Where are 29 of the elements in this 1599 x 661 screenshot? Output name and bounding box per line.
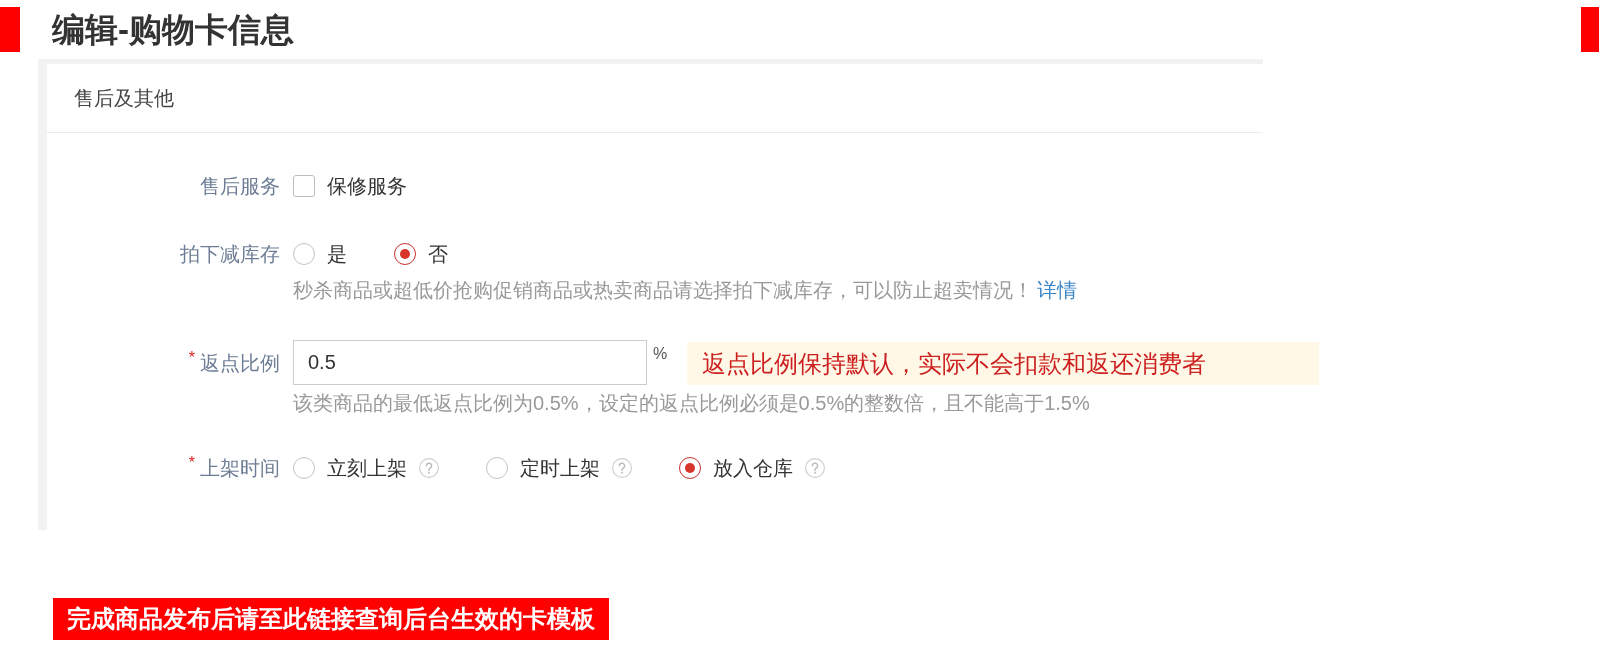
radio-label[interactable]: 放入仓库 [713,453,793,483]
hint-text: 该类商品的最低返点比例为0.5%，设定的返点比例必须是0.5%的整数倍，且不能高于1.5% [293,391,1090,415]
radio-button[interactable] [293,457,315,479]
notice-banner: 完成商品发布后请至此链接查询后台生效的卡模板 [53,598,609,640]
radio-label[interactable]: 是 [327,239,347,269]
accent-bar [0,7,20,52]
field-label: 拍下减库存 [180,242,280,267]
radio-button[interactable] [394,243,416,265]
unit-label: % [653,344,668,364]
field-label: 上架时间 [200,456,280,481]
radio-button[interactable] [486,457,508,479]
radio-button[interactable] [679,457,701,479]
radio-label[interactable]: 定时上架 [520,453,600,483]
accent-bar [1581,7,1599,52]
rate-input[interactable]: 0.5 [293,340,647,385]
radio-button[interactable] [293,243,315,265]
section-title: 售后及其他 [74,86,174,111]
checkbox[interactable] [293,175,315,197]
radio-label[interactable]: 立刻上架 [327,453,407,483]
hint-text: 秒杀商品或超低价抢购促销商品或热卖商品请选择拍下减库存，可以防止超卖情况！ 详情 [293,278,1077,302]
radio-label[interactable]: 否 [428,239,448,269]
field-label: 返点比例 [200,350,280,376]
checkbox-label[interactable]: 保修服务 [327,171,407,201]
required-mark: * [188,349,195,366]
field-label: 售后服务 [200,174,280,199]
required-mark: * [188,455,195,471]
page-title: 编辑-购物卡信息 [52,10,294,50]
details-link[interactable]: 详情 [1037,279,1077,301]
tip-note: 返点比例保持默认，实际不会扣款和返还消费者 [687,342,1320,385]
